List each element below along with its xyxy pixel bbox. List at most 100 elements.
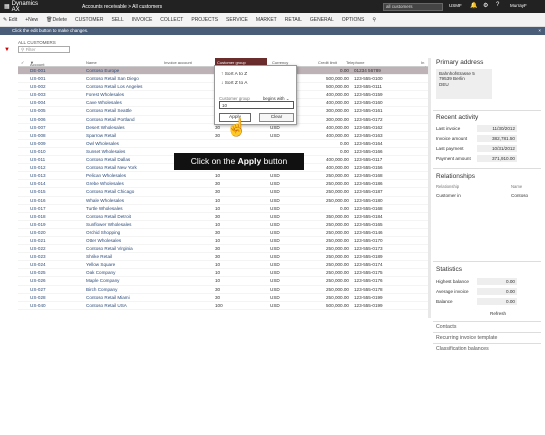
classification-balances-link[interactable]: Classification balances [436,346,489,352]
app-title[interactable]: ▦ Dynamics AX [0,1,46,13]
table-row[interactable]: US-008 Sparrow Retail 30 USD 400,000.00 123-5… [18,132,429,140]
sort-z-a-option[interactable]: ↓ Sort Z to A [221,81,247,86]
table-row[interactable]: US-021 Otter Wholesales 10 USD 250,000.00 123… [18,237,429,246]
name-cell[interactable]: Birch Company [86,287,117,292]
account-cell[interactable]: US-002 [30,84,46,89]
table-row[interactable]: US-040 Contoso Retail USA 100 USD 500,000.00… [18,302,429,310]
table-row[interactable]: US-024 Yellow Square 10 USD 250,000.00 123-55… [18,261,429,270]
name-cell[interactable]: Turtle Wholesales [86,206,123,211]
account-cell[interactable]: US-004 [30,100,46,105]
name-cell[interactable]: Contoso Retail Los Angeles [86,84,142,89]
name-cell[interactable]: Desert Wholesales [86,125,125,130]
name-cell[interactable]: Orchid Shopping [86,230,120,235]
name-cell[interactable]: Maple Company [86,278,119,283]
column-account[interactable]: Account ▼ [30,60,44,67]
name-cell[interactable]: Oak Company [86,270,115,275]
name-cell[interactable]: Pelican Wholesales [86,173,126,178]
account-cell[interactable]: DE-001 [30,68,46,73]
account-cell[interactable]: US-014 [30,181,46,186]
account-cell[interactable]: US-013 [30,173,46,178]
column-invoice-account[interactable]: Invoice account [164,60,192,65]
company-selector[interactable]: USMF [449,3,462,8]
table-row[interactable]: US-022 Contoso Retail Virginia 30 USD 250,00… [18,245,429,254]
name-cell[interactable]: Contoso Retail Virginia [86,246,133,251]
user-name[interactable]: MurrayF [510,3,527,8]
account-cell[interactable]: US-007 [30,125,46,130]
new-button[interactable]: +New [25,17,38,23]
table-row[interactable]: US-013 Pelican Wholesales 10 USD 250,000.00 1… [18,172,429,181]
sort-a-z-option[interactable]: ↑ Sort A to Z [221,72,247,77]
account-cell[interactable]: US-026 [30,278,46,283]
column-credit-limit[interactable]: Credit limit [318,60,337,65]
table-row[interactable]: US-017 Turtle Wholesales 10 USD 0.00 123-555-… [18,205,429,213]
name-cell[interactable]: Cave Wholesales [86,100,122,105]
account-cell[interactable]: US-017 [30,206,46,211]
column-telephone[interactable]: Telephone [346,60,364,65]
breadcrumb[interactable]: Accounts receivable > All customers [82,4,162,10]
name-cell[interactable]: Contoso Retail Portland [86,117,135,122]
help-icon[interactable]: ? [496,2,499,8]
name-cell[interactable]: Contoso Retail Dallas [86,157,130,162]
account-cell[interactable]: US-028 [30,295,46,300]
bell-icon[interactable]: 🔔 [470,2,477,9]
account-cell[interactable]: US-019 [30,222,46,227]
account-cell[interactable]: US-011 [30,157,45,162]
account-cell[interactable]: US-015 [30,189,46,194]
account-cell[interactable]: US-001 [30,76,46,81]
table-row[interactable]: US-019 Sunflower Wholesales 10 USD 250,000.0… [18,221,429,229]
account-cell[interactable]: US-005 [30,108,46,113]
name-cell[interactable]: Sparrow Retail [86,133,116,138]
table-row[interactable]: US-016 Whale Wholesales 10 USD 250,000.00 123… [18,197,429,205]
name-cell[interactable]: Owl Wholesales [86,141,119,146]
statistics-title[interactable]: Statistics [436,266,462,273]
name-cell[interactable]: Contoso Retail Chicago [86,189,134,194]
select-all-checkbox[interactable]: ✓ [21,60,24,65]
clear-button[interactable]: Clear [259,113,294,122]
relationship-cell[interactable]: Customer in [436,193,461,198]
grid-scrollbar[interactable] [428,58,431,318]
name-cell[interactable]: Yellow Square [86,262,115,267]
account-cell[interactable]: US-008 [30,133,46,138]
name-cell[interactable]: Contoso Retail Detroit [86,214,131,219]
table-row[interactable]: US-028 Contoso Retail Miami 30 USD 250,000.0… [18,294,429,302]
account-cell[interactable]: US-024 [30,262,46,267]
delete-button[interactable]: 🗑Delete [46,17,67,23]
relationship-name-header[interactable]: Name [511,184,522,189]
table-row[interactable]: US-020 Orchid Shopping 30 USD 250,000.00 123-… [18,229,429,237]
tab-service[interactable]: SERVICE [226,17,248,23]
waffle-icon[interactable]: ▦ [4,3,10,10]
table-row[interactable]: US-014 Grebe Wholesales 30 USD 250,000.00 123… [18,180,429,189]
account-cell[interactable]: US-010 [30,149,46,154]
relationship-name-cell[interactable]: Contoso [511,193,528,198]
search-input[interactable]: all customers [383,3,443,11]
name-cell[interactable]: Contoso Retail New York [86,165,137,170]
tab-retail[interactable]: RETAIL [285,17,302,23]
filter-value-input[interactable]: 10 [219,101,294,109]
account-cell[interactable]: US-018 [30,214,46,219]
filter-icon[interactable]: ▼ [4,47,10,53]
tab-general[interactable]: GENERAL [310,17,334,23]
name-cell[interactable]: Otter Wholesales [86,238,121,243]
account-cell[interactable]: US-006 [30,117,46,122]
tab-invoice[interactable]: INVOICE [132,17,153,23]
name-cell[interactable]: Contoso Retail Miami [86,295,130,300]
account-cell[interactable]: US-021 [30,238,46,243]
tab-projects[interactable]: PROJECTS [191,17,218,23]
table-row[interactable]: US-023 Shrike Retail 30 USD 250,000.00 123-55… [18,253,429,262]
account-cell[interactable]: US-016 [30,198,46,203]
column-name[interactable]: Name [86,60,97,65]
tab-customer[interactable]: CUSTOMER [75,17,104,23]
name-cell[interactable]: Shrike Retail [86,254,112,259]
tab-collect[interactable]: COLLECT [160,17,183,23]
table-row[interactable]: US-015 Contoso Retail Chicago 30 USD 250,000… [18,188,429,197]
contacts-link[interactable]: Contacts [436,324,456,330]
account-cell[interactable]: US-027 [30,287,46,292]
recent-activity-title[interactable]: Recent activity [436,114,478,121]
account-cell[interactable]: US-040 [30,303,46,308]
account-cell[interactable]: US-025 [30,270,46,275]
name-cell[interactable]: Whale Wholesales [86,198,124,203]
relationship-column-header[interactable]: Relationship [436,184,459,189]
account-cell[interactable]: US-009 [30,141,46,146]
name-cell[interactable]: Sunflower Wholesales [86,222,131,227]
name-cell[interactable]: Contoso Retail Seattle [86,108,132,113]
